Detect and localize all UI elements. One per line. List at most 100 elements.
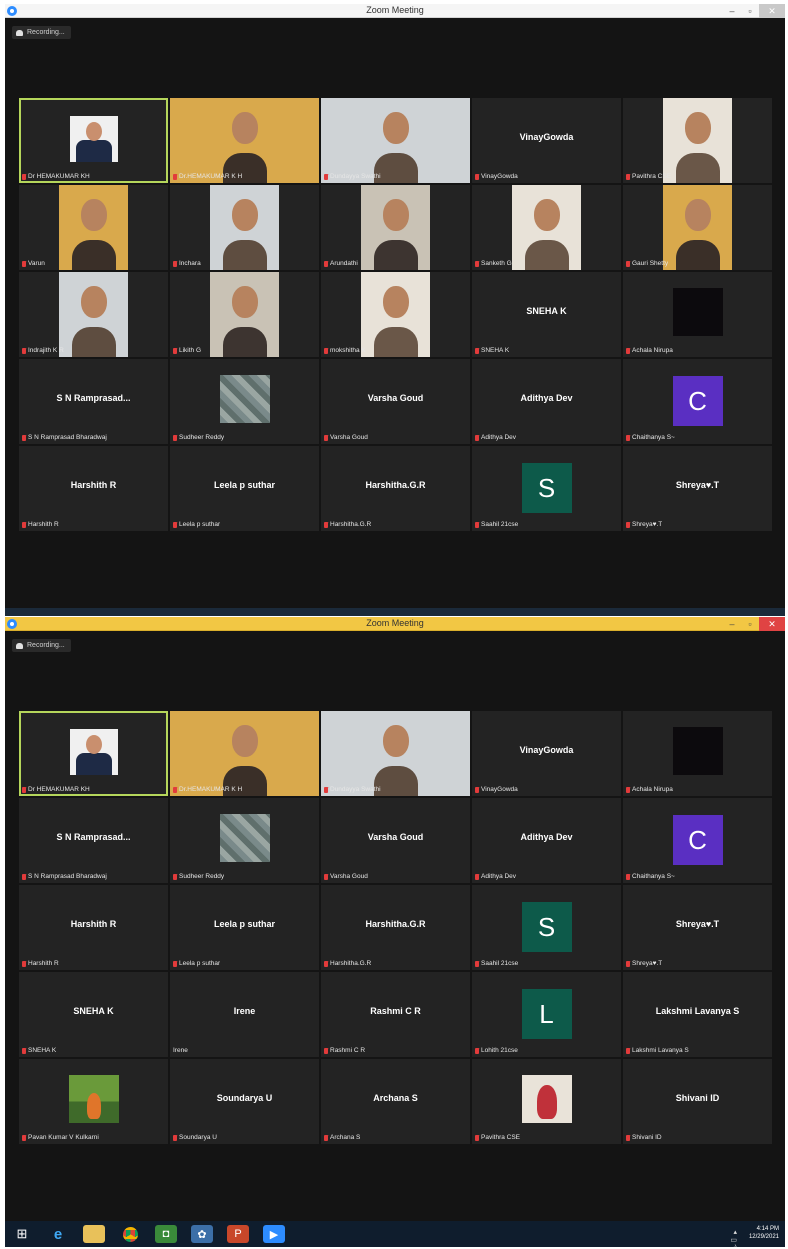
muted-mic-icon xyxy=(475,960,479,967)
participant-name-label: Harshitha.G.R xyxy=(324,960,371,967)
participant-tile[interactable]: L Lohith 21cse xyxy=(472,972,621,1057)
participant-tile[interactable]: Dundayya Swathi xyxy=(321,98,470,183)
participant-tile[interactable]: Dr HEMAKUMAR KH xyxy=(19,98,168,183)
participant-tile[interactable]: Arundathi xyxy=(321,185,470,270)
participant-tile[interactable]: SNEHA K SNEHA K xyxy=(19,972,168,1057)
participant-name: Dr HEMAKUMAR KH xyxy=(28,786,90,793)
participant-tile[interactable]: Dundayya Swathi xyxy=(321,711,470,796)
person-head xyxy=(85,735,102,754)
participant-tile[interactable]: Shreya♥.T Shreya♥.T xyxy=(623,885,772,970)
participant-tile[interactable]: Rashmi C R Rashmi C R xyxy=(321,972,470,1057)
muted-mic-icon xyxy=(22,873,26,880)
participant-tile[interactable]: Pavithra CSE xyxy=(623,98,772,183)
participant-tile[interactable]: S Saahil 21cse xyxy=(472,446,621,531)
chrome-icon[interactable] xyxy=(119,1225,141,1243)
system-tray[interactable]: ▴ ▭ ◂) 4:14 PM 12/29/2021 xyxy=(730,1225,779,1247)
participant-tile[interactable]: S N Ramprasad... S N Ramprasad Bharadwaj xyxy=(19,359,168,444)
participant-tile[interactable]: C Chaithanya S~ xyxy=(623,359,772,444)
participant-tile[interactable]: S Saahil 21cse xyxy=(472,885,621,970)
minimize-button[interactable]: – xyxy=(723,617,741,631)
participant-tile[interactable]: Achala Nirupa xyxy=(623,272,772,357)
muted-mic-icon xyxy=(324,873,328,880)
participant-tile[interactable]: Pavithra CSE xyxy=(472,1059,621,1144)
participant-tile[interactable]: Sudheer Reddy xyxy=(170,359,319,444)
muted-mic-icon xyxy=(324,260,328,267)
participant-name-label: Arundathi xyxy=(324,260,358,267)
participant-tile[interactable]: SNEHA K SNEHA K xyxy=(472,272,621,357)
powerpoint-icon[interactable]: P xyxy=(227,1225,249,1243)
muted-mic-icon xyxy=(626,786,630,793)
photos-icon[interactable]: ✿ xyxy=(191,1225,213,1243)
internet-explorer-icon[interactable]: e xyxy=(47,1225,69,1243)
participant-tile[interactable]: Leela p suthar Leela p suthar xyxy=(170,885,319,970)
participant-tile[interactable]: Irene Irene xyxy=(170,972,319,1057)
participant-tile[interactable]: Lakshmi Lavanya S Lakshmi Lavanya S xyxy=(623,972,772,1057)
participant-tile[interactable]: Varsha Goud Varsha Goud xyxy=(321,798,470,883)
zoom-app-icon[interactable]: ▶ xyxy=(263,1225,285,1243)
participant-tile[interactable]: Harshith R Harshith R xyxy=(19,446,168,531)
muted-mic-icon xyxy=(324,521,328,528)
participant-name-label: Dr HEMAKUMAR KH xyxy=(22,786,90,793)
participant-name-label: Indrajith K R xyxy=(22,347,64,354)
windows-start-icon[interactable]: ⊞ xyxy=(11,1225,33,1243)
maximize-button[interactable]: ▫ xyxy=(741,4,759,18)
video-feed xyxy=(663,185,732,270)
muted-mic-icon xyxy=(475,260,479,267)
participant-name: Pavithra CSE xyxy=(481,1134,521,1141)
file-explorer-icon[interactable] xyxy=(83,1225,105,1243)
participant-tile[interactable]: VinayGowda VinayGowda xyxy=(472,711,621,796)
participant-tile[interactable]: Sudheer Reddy xyxy=(170,798,319,883)
participant-name-label: Harshitha.G.R xyxy=(324,521,371,528)
close-button[interactable]: ✕ xyxy=(759,617,785,631)
participant-tile[interactable]: Adithya Dev Adithya Dev xyxy=(472,359,621,444)
participant-tile[interactable]: VinayGowda VinayGowda xyxy=(472,98,621,183)
participant-tile[interactable]: C Chaithanya S~ xyxy=(623,798,772,883)
muted-mic-icon xyxy=(173,173,177,180)
participant-name: Adithya Dev xyxy=(481,873,517,880)
participant-tile[interactable]: Adithya Dev Adithya Dev xyxy=(472,798,621,883)
participant-tile[interactable]: Shreya♥.T Shreya♥.T xyxy=(623,446,772,531)
participant-tile[interactable]: Archana S Archana S xyxy=(321,1059,470,1144)
close-button[interactable]: ✕ xyxy=(759,4,785,18)
participant-name-label: Sudheer Reddy xyxy=(173,873,224,880)
participant-tile[interactable]: Achala Nirupa xyxy=(623,711,772,796)
participant-tile[interactable]: S N Ramprasad... S N Ramprasad Bharadwaj xyxy=(19,798,168,883)
participant-tile[interactable]: Harshitha.G.R Harshitha.G.R xyxy=(321,446,470,531)
participant-tile[interactable]: Indrajith K R xyxy=(19,272,168,357)
participant-tile[interactable]: Pavan Kumar V Kulkarni xyxy=(19,1059,168,1144)
participant-tile[interactable]: Dr.HEMAKUMAR K H xyxy=(170,98,319,183)
recording-indicator[interactable]: Recording... xyxy=(12,26,71,39)
muted-mic-icon xyxy=(324,786,328,793)
participant-tile[interactable]: Leela p suthar Leela p suthar xyxy=(170,446,319,531)
recording-indicator[interactable]: Recording... xyxy=(12,639,71,652)
participant-tile[interactable]: Inchara xyxy=(170,185,319,270)
minimize-button[interactable]: – xyxy=(723,4,741,18)
participant-tile[interactable]: Soundarya U Soundarya U xyxy=(170,1059,319,1144)
participant-tile[interactable]: mokshitha K xyxy=(321,272,470,357)
participant-tile[interactable]: Harshith R Harshith R xyxy=(19,885,168,970)
participant-display-name: SNEHA K xyxy=(526,306,567,316)
video-feed xyxy=(170,711,319,796)
participant-name: Harshitha.G.R xyxy=(330,960,372,967)
muted-mic-icon xyxy=(22,1047,26,1054)
participant-tile[interactable]: Dr HEMAKUMAR KH xyxy=(19,711,168,796)
video-feed xyxy=(170,98,319,183)
participant-name: Saahil 21cse xyxy=(481,960,519,967)
recording-icon xyxy=(16,29,23,36)
person-silhouette xyxy=(222,327,267,357)
camtasia-icon[interactable]: ◘ xyxy=(155,1225,177,1243)
participant-tile[interactable]: Gauri Shetty xyxy=(623,185,772,270)
participant-tile[interactable]: Shivani ID Shivani ID xyxy=(623,1059,772,1144)
participant-tile[interactable]: Harshitha.G.R Harshitha.G.R xyxy=(321,885,470,970)
participant-tile[interactable]: Varsha Goud Varsha Goud xyxy=(321,359,470,444)
maximize-button[interactable]: ▫ xyxy=(741,617,759,631)
participant-tile[interactable]: Varun xyxy=(19,185,168,270)
participant-name: Sudheer Reddy xyxy=(179,873,225,880)
participant-tile[interactable]: Dr.HEMAKUMAR K H xyxy=(170,711,319,796)
recording-label: Recording... xyxy=(27,642,65,649)
participant-tile[interactable]: Sanketh G xyxy=(472,185,621,270)
participant-tile[interactable]: Likith G xyxy=(170,272,319,357)
muted-mic-icon xyxy=(475,1134,479,1141)
profile-picture xyxy=(521,1075,572,1123)
participant-name-label: Dundayya Swathi xyxy=(324,173,381,180)
